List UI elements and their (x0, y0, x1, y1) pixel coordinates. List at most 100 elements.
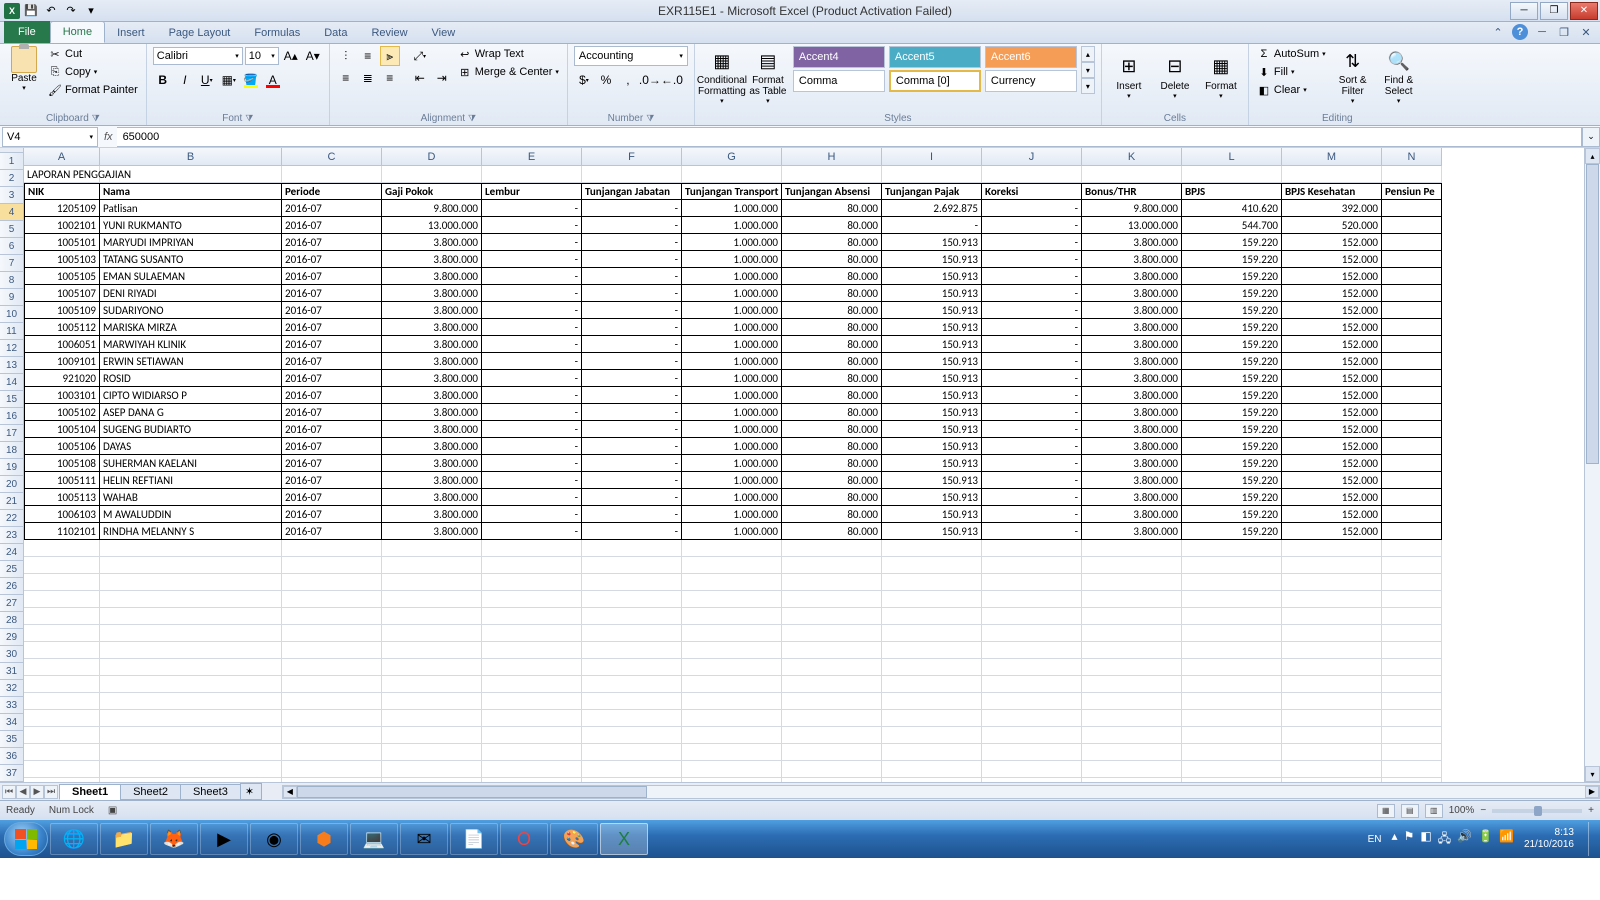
cell[interactable]: - (982, 336, 1082, 353)
cell[interactable] (682, 591, 782, 608)
cell[interactable]: 159.220 (1182, 319, 1282, 336)
column-header-L[interactable]: L (1182, 148, 1282, 166)
cell[interactable] (1382, 761, 1442, 778)
cell[interactable]: 2016-07 (282, 319, 382, 336)
view-normal-icon[interactable]: ▦ (1377, 804, 1395, 818)
cell[interactable] (282, 591, 382, 608)
cell[interactable] (382, 778, 482, 782)
row-header[interactable]: 31 (0, 663, 24, 680)
cell[interactable]: Tunjangan Absensi (782, 183, 882, 200)
clipboard-launcher-icon[interactable]: ⧩ (92, 113, 100, 124)
cell[interactable]: 152.000 (1282, 404, 1382, 421)
cell[interactable] (782, 557, 882, 574)
cell[interactable]: 3.800.000 (382, 251, 482, 268)
cell[interactable] (282, 642, 382, 659)
row-header[interactable]: 1 (0, 153, 24, 170)
style-comma0[interactable]: Comma [0] (889, 70, 981, 92)
cell[interactable] (1182, 744, 1282, 761)
cell[interactable] (1282, 778, 1382, 782)
cell[interactable]: 1.000.000 (682, 217, 782, 234)
cell[interactable] (1082, 659, 1182, 676)
formula-input[interactable]: 650000 (117, 127, 1582, 147)
cell[interactable] (1382, 693, 1442, 710)
cell[interactable] (1082, 608, 1182, 625)
cell[interactable]: 2016-07 (282, 251, 382, 268)
cell[interactable]: 80.000 (782, 353, 882, 370)
cell[interactable]: 1.000.000 (682, 200, 782, 217)
cell[interactable]: 1.000.000 (682, 455, 782, 472)
cell[interactable] (982, 693, 1082, 710)
cell[interactable]: - (982, 404, 1082, 421)
increase-decimal-icon[interactable]: .0→ (640, 70, 660, 90)
column-header-C[interactable]: C (282, 148, 382, 166)
format-as-table-button[interactable]: ▤Format as Table▾ (747, 46, 789, 108)
cell[interactable]: 150.913 (882, 285, 982, 302)
cell[interactable]: 13.000.000 (382, 217, 482, 234)
start-button[interactable] (4, 822, 48, 856)
cell[interactable]: 1.000.000 (682, 387, 782, 404)
cell[interactable] (882, 166, 982, 183)
cell[interactable]: 3.800.000 (382, 421, 482, 438)
cell[interactable] (982, 166, 1082, 183)
cell[interactable] (1182, 540, 1282, 557)
cell[interactable]: - (482, 438, 582, 455)
cell[interactable]: - (982, 523, 1082, 540)
cell[interactable] (882, 591, 982, 608)
sheet-nav-last-icon[interactable]: ⏭ (44, 785, 58, 799)
cell[interactable] (482, 608, 582, 625)
style-currency[interactable]: Currency (985, 70, 1077, 92)
cell[interactable]: 152.000 (1282, 302, 1382, 319)
cell[interactable] (982, 710, 1082, 727)
cell[interactable]: 1.000.000 (682, 438, 782, 455)
cell[interactable]: 152.000 (1282, 506, 1382, 523)
row-header[interactable]: 21 (0, 493, 24, 510)
taskbar-app2[interactable]: 📄 (450, 823, 498, 855)
cell[interactable] (1382, 574, 1442, 591)
cell[interactable]: 150.913 (882, 523, 982, 540)
column-header-A[interactable]: A (24, 148, 100, 166)
cell[interactable] (1382, 421, 1442, 438)
cell[interactable]: 3.800.000 (1082, 472, 1182, 489)
cell[interactable] (482, 727, 582, 744)
alignment-launcher-icon[interactable]: ⧩ (468, 113, 476, 124)
cell[interactable]: NIK (24, 183, 100, 200)
cell[interactable]: Pensiun Pe (1382, 183, 1442, 200)
cell[interactable]: 3.800.000 (382, 438, 482, 455)
cell[interactable] (682, 659, 782, 676)
row-header[interactable]: 15 (0, 391, 24, 408)
cell[interactable] (382, 693, 482, 710)
tray-up-icon[interactable]: ▴ (1392, 829, 1398, 850)
vertical-scrollbar[interactable]: ▴ ▾ (1584, 148, 1600, 782)
align-center-icon[interactable]: ≣ (358, 68, 378, 88)
cell[interactable]: 80.000 (782, 489, 882, 506)
cell[interactable]: 150.913 (882, 506, 982, 523)
cell[interactable] (882, 659, 982, 676)
cell[interactable]: 1003101 (24, 387, 100, 404)
row-header[interactable]: 35 (0, 731, 24, 748)
cell[interactable] (24, 591, 100, 608)
cell[interactable]: - (982, 285, 1082, 302)
cell[interactable]: 3.800.000 (1082, 523, 1182, 540)
cell[interactable]: 3.800.000 (1082, 319, 1182, 336)
cell[interactable] (24, 744, 100, 761)
cell[interactable]: 152.000 (1282, 353, 1382, 370)
cell[interactable]: - (982, 268, 1082, 285)
cell[interactable]: 3.800.000 (382, 472, 482, 489)
cell[interactable]: - (482, 200, 582, 217)
cell[interactable] (1282, 574, 1382, 591)
row-header[interactable]: 9 (0, 289, 24, 306)
cell[interactable] (1082, 557, 1182, 574)
accounting-format-icon[interactable]: $▾ (574, 70, 594, 90)
cell[interactable]: SUDARIYONO (100, 302, 282, 319)
cell[interactable]: 80.000 (782, 319, 882, 336)
cell[interactable]: 1.000.000 (682, 336, 782, 353)
row-header[interactable]: 28 (0, 612, 24, 629)
cell[interactable]: 3.800.000 (1082, 404, 1182, 421)
row-header[interactable]: 18 (0, 442, 24, 459)
cell[interactable] (682, 642, 782, 659)
hscroll-thumb[interactable] (297, 786, 647, 798)
cell[interactable]: 9.800.000 (1082, 200, 1182, 217)
tray-app-icon[interactable]: ◧ (1420, 829, 1431, 850)
cell[interactable]: TATANG SUSANTO (100, 251, 282, 268)
cell[interactable]: 1.000.000 (682, 353, 782, 370)
